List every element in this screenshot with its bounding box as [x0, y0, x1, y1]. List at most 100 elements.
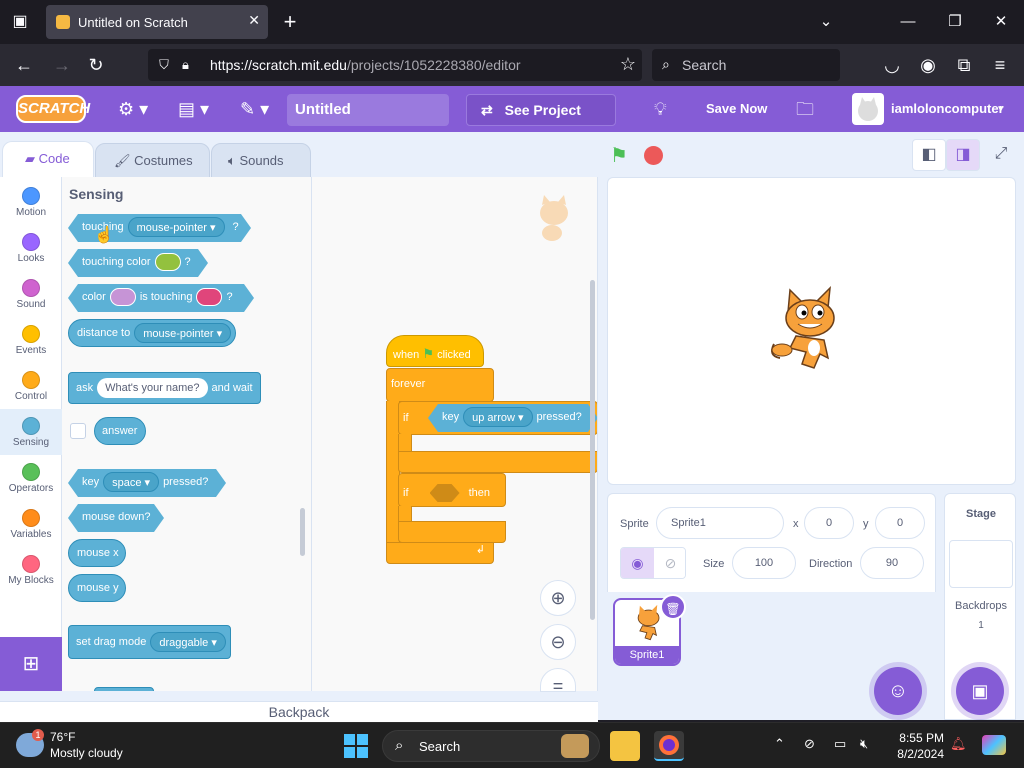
distance-to-block[interactable]: distance to mouse-pointer ▾	[68, 319, 236, 347]
new-tab-button[interactable]: +	[278, 8, 302, 36]
color-swatch[interactable]	[196, 288, 222, 306]
category-looks[interactable]: Looks	[0, 225, 62, 271]
minimize-button[interactable]: —	[893, 10, 923, 34]
sprite-name-input[interactable]: Sprite1	[656, 507, 784, 539]
scratch-logo[interactable]: SCRATCH	[16, 95, 90, 123]
small-stage-button[interactable]: ◧	[912, 139, 946, 171]
network-icon[interactable]: ⊘	[804, 736, 815, 752]
url-bar[interactable]: ⛉ 🔒︎ https://scratch.mit.edu/projects/10…	[148, 49, 642, 81]
add-extension-button[interactable]: ⊞	[0, 637, 62, 691]
restore-button[interactable]: ❐	[940, 10, 970, 34]
key-menu[interactable]: up arrow ▾	[463, 407, 532, 427]
choose-sprite-button[interactable]: ☺	[874, 667, 922, 715]
color-swatch[interactable]	[155, 253, 181, 271]
mouse-y-block[interactable]: mouse y	[68, 574, 126, 602]
firefox-icon[interactable]	[654, 731, 684, 761]
fullscreen-button[interactable]: ⤢	[984, 139, 1018, 171]
category-sound[interactable]: Sound	[0, 271, 62, 317]
tab-list-icon[interactable]: ▣	[8, 10, 32, 34]
key-up-arrow-pressed-block[interactable]: key up arrow ▾ pressed?	[428, 404, 598, 432]
ask-input[interactable]: What's your name?	[97, 378, 208, 399]
edit-menu-icon[interactable]: ✎ ▾	[240, 98, 269, 120]
distance-menu[interactable]: mouse-pointer ▾	[134, 323, 232, 344]
close-tab-icon[interactable]: ✕	[248, 12, 260, 29]
account-chevron-icon[interactable]: ▾	[998, 98, 1004, 120]
key-pressed-block[interactable]: key space ▾ pressed?	[68, 469, 226, 497]
category-control[interactable]: Control	[0, 363, 62, 409]
if-then-block-2[interactable]: if then	[398, 473, 506, 507]
browser-tab[interactable]: Untitled on Scratch ✕	[46, 5, 268, 39]
show-eye-icon[interactable]: ◉	[621, 548, 654, 578]
delete-sprite-button[interactable]: 🗑︎	[660, 594, 686, 620]
drag-mode-menu[interactable]: draggable ▾	[150, 632, 226, 653]
workspace-scrollbar[interactable]	[590, 280, 595, 620]
x-input[interactable]: 0	[804, 507, 854, 539]
file-menu-icon[interactable]: ▤ ▾	[178, 98, 209, 120]
touching-color-block[interactable]: touching color?	[68, 249, 208, 277]
tab-overflow-icon[interactable]: ⌄	[811, 10, 841, 34]
category-motion[interactable]: Motion	[0, 179, 62, 225]
avatar[interactable]	[852, 93, 884, 125]
weather-temp[interactable]: 76°F	[50, 730, 75, 744]
ask-and-wait-block[interactable]: ask What's your name? and wait	[68, 372, 261, 404]
color-swatch[interactable]	[110, 288, 136, 306]
category-variables[interactable]: Variables	[0, 501, 62, 547]
category-sensing[interactable]: Sensing	[0, 409, 62, 455]
bookmark-star-icon[interactable]: ☆	[620, 54, 636, 75]
pocket-icon[interactable]: ◡	[880, 53, 904, 77]
color-touching-color-block[interactable]: color is touching?	[68, 284, 254, 312]
display-icon[interactable]: ▭	[834, 736, 846, 752]
reload-button[interactable]: ↻	[84, 53, 108, 77]
file-explorer-icon[interactable]	[610, 731, 640, 761]
y-input[interactable]: 0	[875, 507, 925, 539]
account-icon[interactable]: ◉	[916, 53, 940, 77]
backpack-bar[interactable]: Backpack	[0, 701, 598, 722]
clock[interactable]: 8:55 PM 8/2/2024	[888, 730, 944, 762]
taskbar-search[interactable]: ⌕ Search	[382, 730, 600, 762]
stop-button[interactable]	[644, 146, 663, 165]
username-label[interactable]: iamloloncomputer	[891, 101, 1004, 116]
shield-icon[interactable]: ⛉	[156, 57, 172, 73]
empty-condition-slot[interactable]	[429, 484, 460, 502]
zoom-in-button[interactable]: ⊕	[540, 580, 576, 616]
close-window-button[interactable]: ✕	[986, 10, 1016, 34]
extensions-icon[interactable]: ⧉	[952, 53, 976, 77]
windows-start-icon[interactable]	[344, 734, 368, 758]
tray-chevron-icon[interactable]: ⌃	[774, 736, 785, 752]
answer-checkbox[interactable]	[70, 423, 86, 439]
tab-code[interactable]: ▰ Code	[2, 141, 94, 178]
forward-button[interactable]: →	[50, 53, 74, 77]
normal-stage-button[interactable]: ◨	[946, 139, 980, 171]
category-events[interactable]: Events	[0, 317, 62, 363]
copilot-icon[interactable]	[982, 735, 1006, 755]
my-stuff-folder-icon[interactable]: 🗀	[796, 98, 814, 120]
key-menu[interactable]: space ▾	[103, 472, 159, 492]
direction-input[interactable]: 90	[860, 547, 924, 579]
set-drag-mode-block[interactable]: set drag mode draggable ▾	[68, 625, 231, 659]
browser-search-bar[interactable]: ⌕ Search	[652, 49, 840, 81]
mouse-x-block[interactable]: mouse x	[68, 539, 126, 567]
lightbulb-icon[interactable]: 💡︎	[654, 98, 667, 120]
category-operators[interactable]: Operators	[0, 455, 62, 501]
hide-eye-icon[interactable]: ⊘	[654, 548, 685, 578]
palette-scrollbar[interactable]	[300, 508, 305, 556]
see-project-page-button[interactable]: ⇄ See Project Page	[466, 94, 616, 148]
tab-costumes[interactable]: 🖌︎ Costumes	[95, 143, 210, 180]
green-flag-button[interactable]: ⚑	[610, 143, 634, 167]
notification-bell-icon[interactable]: 🔔︎	[950, 736, 967, 752]
mouse-down-block[interactable]: mouse down?	[68, 504, 164, 532]
choose-backdrop-button[interactable]: ▣	[956, 667, 1004, 715]
stage-thumbnail[interactable]	[949, 540, 1013, 588]
size-input[interactable]: 100	[732, 547, 796, 579]
when-flag-clicked-block[interactable]: when ⚑ clicked	[386, 335, 484, 367]
lock-icon[interactable]: 🔒︎	[182, 57, 198, 73]
save-now-button[interactable]: Save Now	[706, 101, 767, 116]
tab-sounds[interactable]: 🔈︎ Sounds	[211, 143, 311, 180]
forever-block[interactable]: forever	[386, 368, 494, 402]
menu-icon[interactable]: ≡	[988, 53, 1012, 77]
settings-gear-icon[interactable]: ⚙ ▾	[118, 98, 148, 120]
project-title-input[interactable]: Untitled	[287, 94, 449, 126]
stage-canvas[interactable]	[607, 177, 1016, 485]
touching-menu[interactable]: mouse-pointer ▾	[128, 217, 225, 237]
category-my-blocks[interactable]: My Blocks	[0, 547, 62, 593]
